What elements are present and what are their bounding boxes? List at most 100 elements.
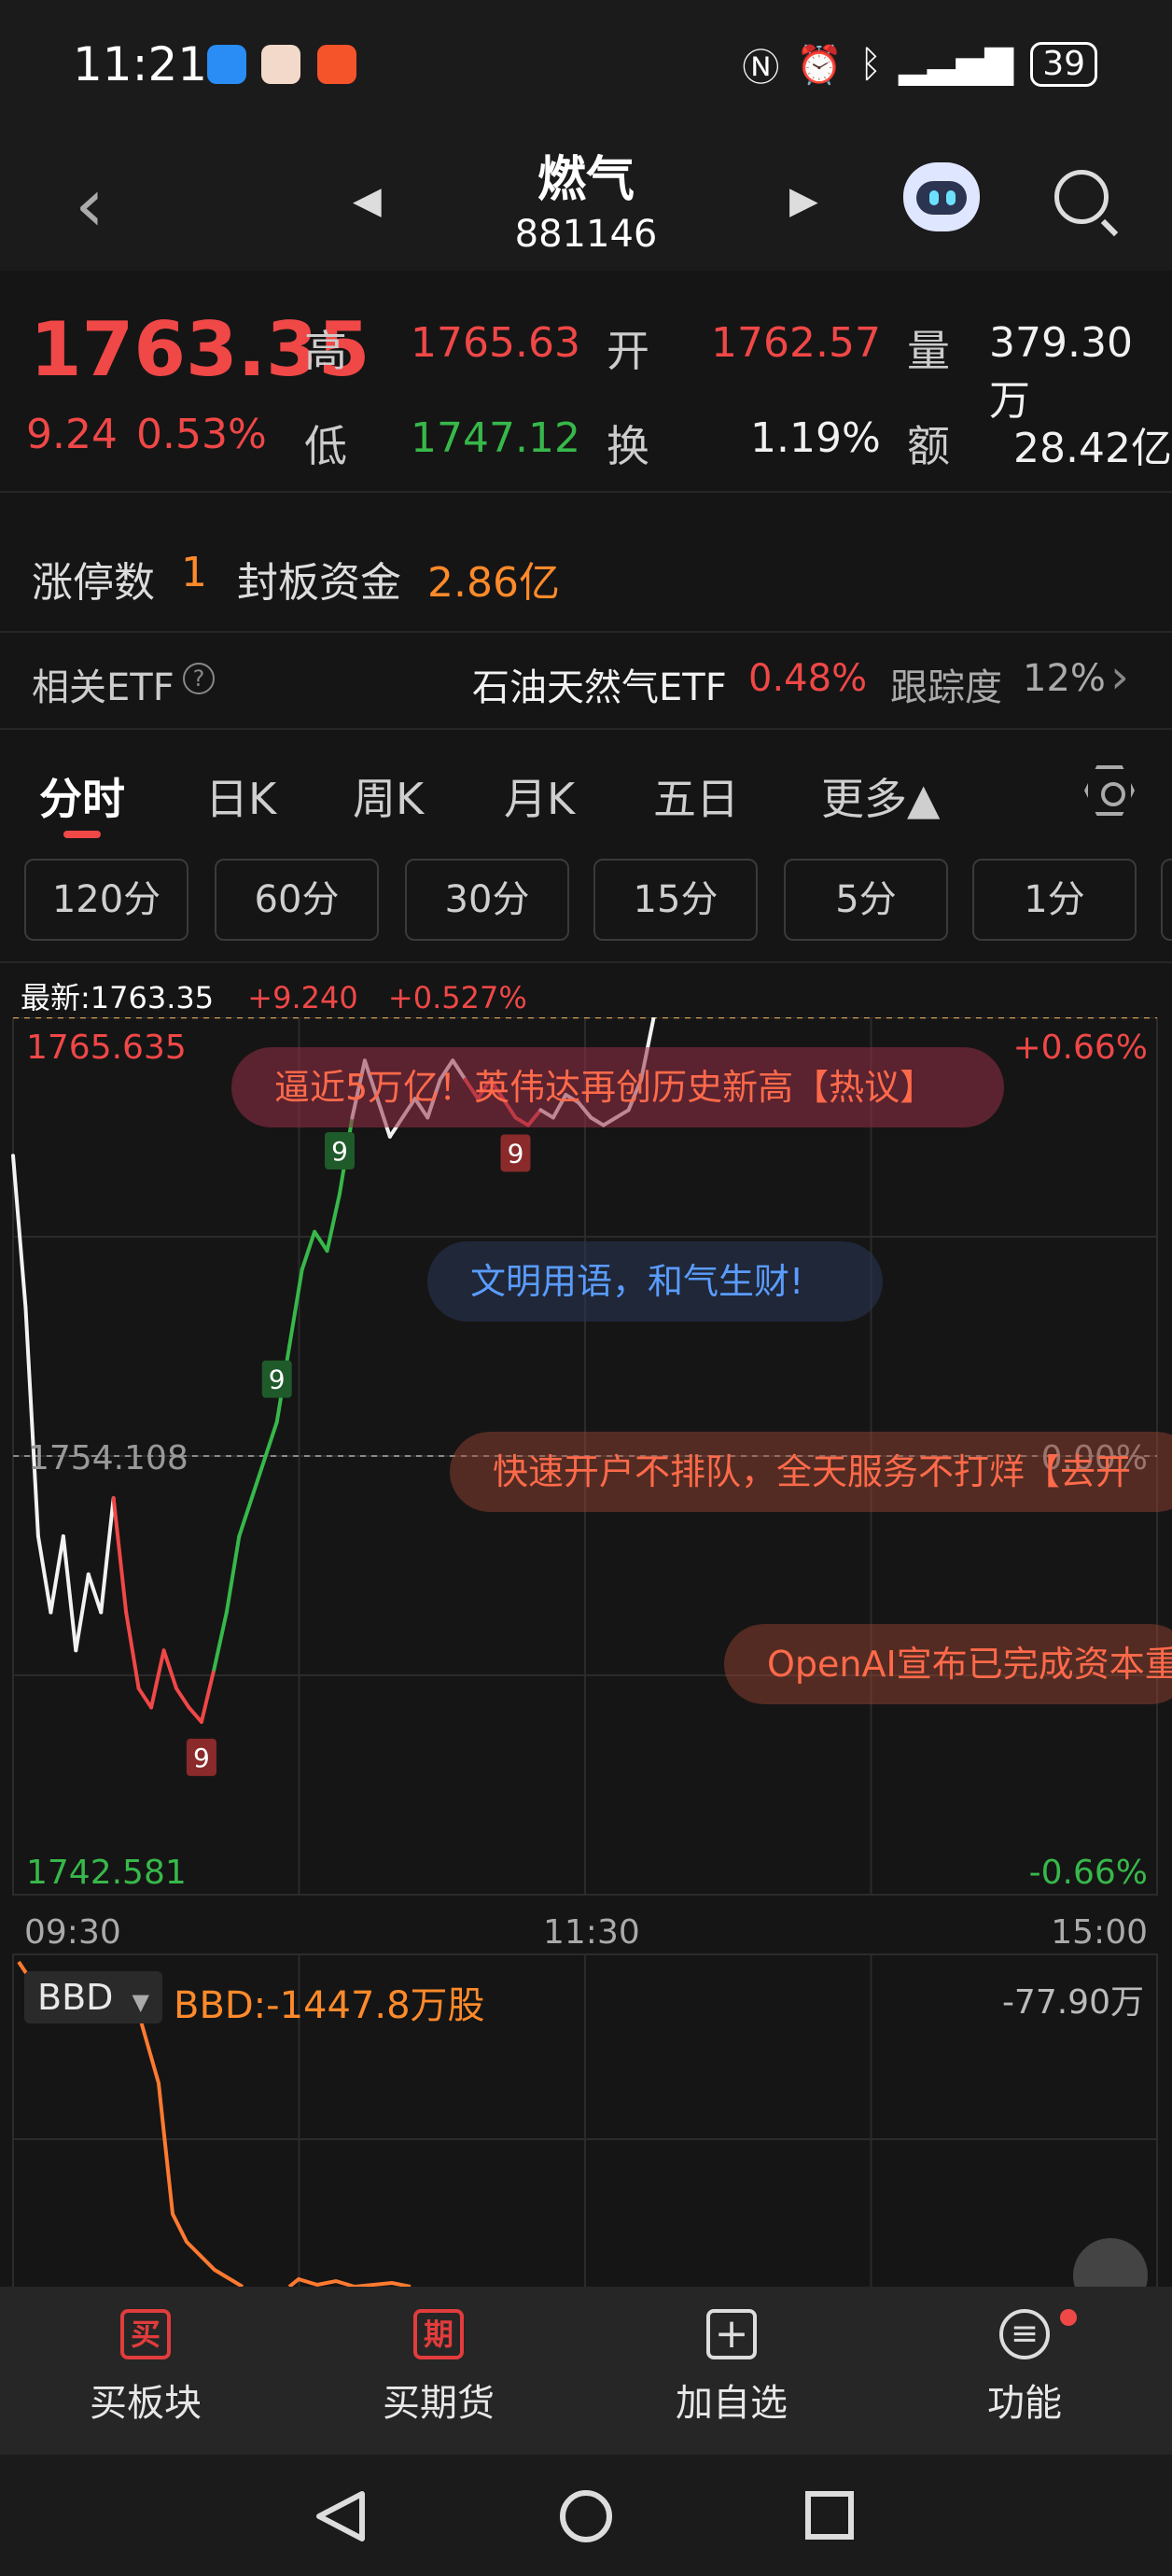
related-etf-row[interactable]: 相关ETF ? 石油天然气ETF 0.48% 跟踪度 12% › xyxy=(0,635,1172,728)
nfc-icon: Ⓝ xyxy=(742,47,780,90)
y-min-label: 1742.581 xyxy=(26,1854,187,1892)
period-5min-button[interactable]: 5分 xyxy=(784,859,948,941)
bbd-selector[interactable]: BBD ▼ xyxy=(24,1971,162,2023)
tab-monthly-k[interactable]: 月K xyxy=(504,765,575,827)
price-line-segment xyxy=(99,1496,116,1615)
volume-value: 379.30万 xyxy=(989,319,1133,425)
price-change-pct: 0.53% xyxy=(136,411,267,458)
period-1min-button[interactable]: 1分 xyxy=(972,859,1137,941)
price-line-segment xyxy=(212,1610,229,1672)
bbd-value: BBD:-1447.8万股 xyxy=(174,1984,485,2027)
status-bar: 11:21 Ⓝ ⏰ ᛒ ▂▃▅▇ 39 xyxy=(0,0,1172,131)
plus-icon: + xyxy=(706,2309,757,2359)
price-line-segment xyxy=(174,1687,191,1710)
price-line-segment xyxy=(262,1420,279,1463)
news-banner-openai[interactable]: OpenAI宣布已完成资本重 xyxy=(724,1624,1172,1704)
price-line-segment xyxy=(61,1533,78,1653)
buy-icon: 买 xyxy=(120,2309,171,2359)
price-line-segment xyxy=(313,1229,329,1253)
news-banner-nvidia[interactable]: 逼近5万亿！英伟达再创历史新高【热议】 xyxy=(231,1047,1004,1127)
limit-count-value: 1 xyxy=(181,549,207,596)
system-back-icon xyxy=(316,2491,365,2541)
open-label: 开 xyxy=(607,326,649,376)
price-line-segment xyxy=(187,1705,203,1724)
buy-futures-button[interactable]: 期 买期货 xyxy=(345,2309,532,2427)
signal-marker[interactable]: 9 xyxy=(261,1360,292,1398)
turnover-label: 换 xyxy=(607,421,649,471)
system-home-icon xyxy=(560,2490,612,2542)
tab-more[interactable]: 更多▲ xyxy=(821,765,940,827)
status-time: 11:21 xyxy=(73,37,208,91)
y-mid-label: 1754.108 xyxy=(28,1439,188,1477)
price-line-segment xyxy=(111,1496,129,1615)
avatar-app-icon xyxy=(261,45,300,84)
period-60min-button[interactable]: 60分 xyxy=(215,859,379,941)
period-more-button[interactable] xyxy=(1161,859,1172,941)
divider xyxy=(0,631,1172,633)
tab-five-day[interactable]: 五日 xyxy=(653,765,739,827)
system-recents-icon xyxy=(805,2491,854,2540)
related-etf-label: 相关ETF xyxy=(32,666,174,709)
price-change: 9.24 xyxy=(26,411,118,458)
price-line-segment xyxy=(11,1154,28,1310)
chart-tabs: 分时 日K 周K 月K 五日 更多▲ xyxy=(0,747,1172,840)
turnover-value: 1.19% xyxy=(750,414,881,462)
assistant-robot-icon[interactable] xyxy=(903,162,980,231)
signal-marker[interactable]: 9 xyxy=(325,1131,356,1169)
chevron-right-icon: › xyxy=(1110,650,1129,704)
battery-indicator: 39 xyxy=(1030,42,1097,87)
status-icons: Ⓝ ⏰ ᛒ ▂▃▅▇ 39 xyxy=(742,37,1097,91)
buy-sector-label: 买板块 xyxy=(90,2382,202,2425)
low-value: 1747.12 xyxy=(411,414,580,462)
price-line-segment xyxy=(224,1533,242,1615)
chevron-down-icon: ▼ xyxy=(132,1989,149,2015)
functions-label: 功能 xyxy=(987,2382,1062,2425)
futures-icon: 期 xyxy=(413,2309,464,2359)
price-line-segment xyxy=(23,1306,40,1538)
price-line-segment xyxy=(237,1496,254,1538)
send-app-icon xyxy=(317,45,356,84)
signal-marker[interactable]: 9 xyxy=(186,1738,216,1776)
bbd-top-value: -77.90万 xyxy=(1001,1983,1144,2022)
intraday-chart[interactable]: 9 9 9 9 1765.635 1754.108 1742.581 +0.66% 0… xyxy=(0,1015,1172,1952)
limit-up-row: 涨停数 1 封板资金 2.86亿 xyxy=(0,523,1172,625)
bluetooth-icon: ᛒ xyxy=(859,43,883,86)
period-15min-button[interactable]: 15分 xyxy=(593,859,758,941)
price-line-segment xyxy=(199,1667,216,1724)
chat-banner-polite[interactable]: 文明用语，和气生财! xyxy=(427,1241,883,1322)
help-icon[interactable]: ? xyxy=(183,663,215,694)
y-max-label: 1765.635 xyxy=(26,1029,187,1067)
period-30min-button[interactable]: 30分 xyxy=(405,859,569,941)
price-line-segment xyxy=(287,1267,304,1349)
search-icon[interactable] xyxy=(1054,170,1109,224)
buy-sector-button[interactable]: 买 买板块 xyxy=(52,2309,239,2427)
amount-value: 28.42亿 xyxy=(1013,425,1172,472)
etf-name[interactable]: 石油天然气ETF xyxy=(472,657,727,711)
signal-marker-label: 9 xyxy=(269,1365,286,1395)
price-line-segment xyxy=(86,1572,104,1615)
volume-label: 量 xyxy=(907,326,950,376)
settings-icon[interactable] xyxy=(1084,765,1135,816)
divider xyxy=(0,961,1172,963)
add-watchlist-button[interactable]: + 加自选 xyxy=(638,2309,825,2427)
open-value: 1762.57 xyxy=(711,319,881,367)
tab-daily-k[interactable]: 日K xyxy=(205,765,276,827)
signal-marker-label: 9 xyxy=(331,1136,348,1167)
active-tab-indicator xyxy=(63,831,101,838)
tab-intraday[interactable]: 分时 xyxy=(39,765,125,827)
tab-weekly-k[interactable]: 周K xyxy=(353,765,424,827)
stock-code: 881146 xyxy=(514,213,658,256)
buy-futures-label: 买期货 xyxy=(383,2382,495,2425)
period-120min-button[interactable]: 120分 xyxy=(24,859,188,941)
ad-banner-account[interactable]: 快速开户不排队，全天服务不打烊【去开 xyxy=(450,1432,1172,1512)
signal-marker-label: 9 xyxy=(193,1743,210,1773)
signal-marker-label: 9 xyxy=(508,1138,524,1169)
functions-button[interactable]: ≡ 功能 xyxy=(931,2309,1118,2427)
next-stock-icon[interactable]: ▶ xyxy=(789,179,818,222)
bbd-line-tail xyxy=(287,2276,412,2287)
x-label-open: 09:30 xyxy=(24,1913,121,1952)
latest-price-label: 最新:1763.35 xyxy=(21,980,215,1015)
signal-marker[interactable]: 9 xyxy=(500,1134,531,1172)
price-line-segment xyxy=(149,1648,166,1710)
signal-icon: ▂▃▅▇ xyxy=(899,43,1014,86)
